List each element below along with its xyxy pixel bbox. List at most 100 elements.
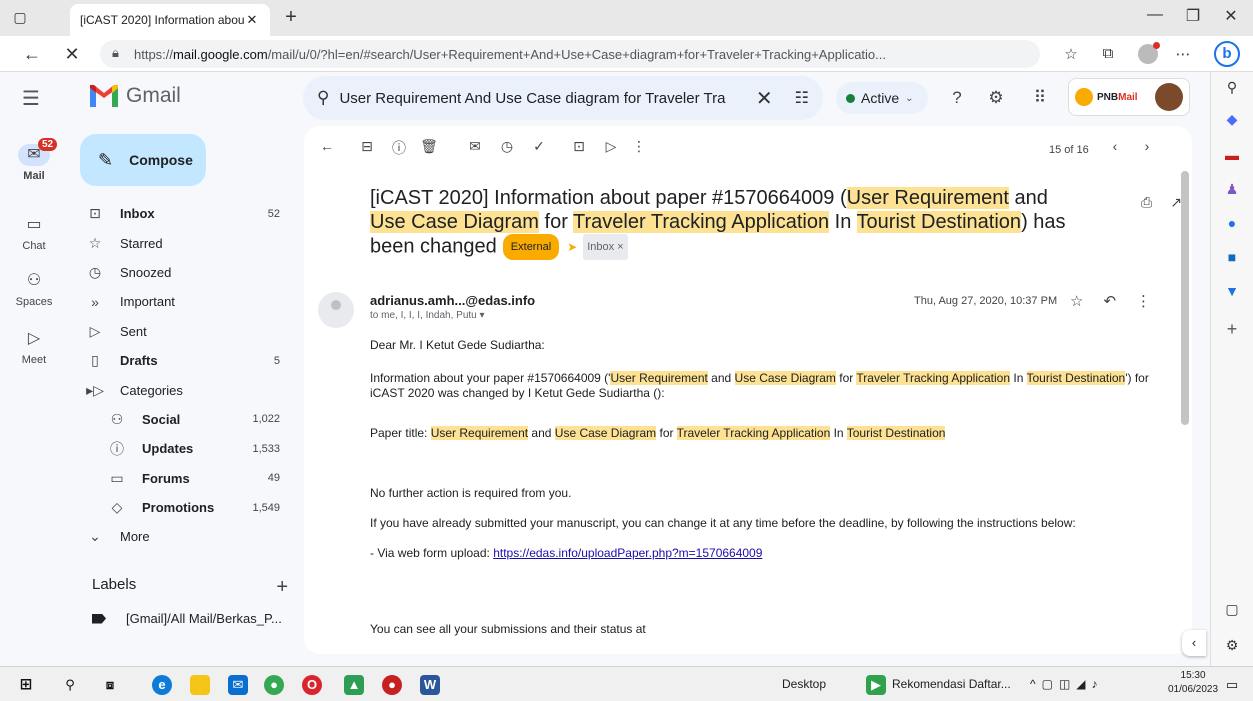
edge-icon[interactable]: e xyxy=(152,675,172,695)
recipients[interactable]: to me, I, I, I, Indah, Putu ▾ xyxy=(370,310,485,321)
info-icon: ⓘ xyxy=(110,440,124,457)
settings-icon[interactable]: ⚙ xyxy=(985,88,1007,108)
rail-meet[interactable]: ▷ Meet xyxy=(0,328,68,366)
open-window-icon[interactable]: ▶ xyxy=(866,675,886,695)
more-actions-icon[interactable]: ⋮ xyxy=(628,138,650,155)
office-icon[interactable]: ● xyxy=(1221,212,1243,234)
stop-icon[interactable]: ✕ xyxy=(60,42,84,66)
back-to-list-icon[interactable]: ← xyxy=(316,138,338,154)
print-icon[interactable]: ⎙ xyxy=(1141,194,1152,211)
settings-icon[interactable]: ⚙ xyxy=(1221,634,1243,656)
photos-icon[interactable]: ▲ xyxy=(344,675,364,695)
clock[interactable]: 15:30 01/06/2023 xyxy=(1168,669,1218,697)
nav-inbox[interactable]: ⊡ Inbox 52 xyxy=(68,199,300,228)
help-icon[interactable]: ? xyxy=(946,88,968,108)
reply-icon[interactable]: ↶ xyxy=(1103,292,1116,310)
nav-snoozed[interactable]: ◷ Snoozed xyxy=(68,258,300,287)
delete-icon[interactable]: 🗑︎ xyxy=(418,138,440,155)
snooze-icon[interactable]: ◷ xyxy=(496,138,518,155)
compose-button[interactable]: ✎ Compose xyxy=(80,134,206,186)
restore-icon[interactable]: ❐ xyxy=(1178,6,1208,26)
tab-actions-icon[interactable]: ▢ xyxy=(10,7,30,27)
avatar[interactable] xyxy=(1155,83,1183,111)
archive-icon[interactable]: ⊟ xyxy=(356,138,378,155)
account-chip[interactable]: PNBMail xyxy=(1068,78,1190,116)
people-icon[interactable]: ♟ xyxy=(1221,178,1243,200)
older-icon[interactable]: › xyxy=(1136,138,1158,154)
label-item[interactable]: [Gmail]/All Mail/Berkas_P... xyxy=(92,611,292,626)
add-task-icon[interactable]: ✓ xyxy=(528,138,550,155)
nav-categories[interactable]: ▸▷ Categories xyxy=(68,375,300,404)
tools-icon[interactable]: ▬ xyxy=(1221,144,1243,166)
desktop-toolbar[interactable]: Desktop xyxy=(782,677,826,691)
close-window-icon[interactable]: ✕ xyxy=(1216,6,1246,26)
nav-social[interactable]: ⚇ Social 1,022 xyxy=(68,405,300,434)
search-icon[interactable]: ⚲ xyxy=(1221,76,1243,98)
nav-forums[interactable]: ▭ Forums 49 xyxy=(68,464,300,493)
sender-name[interactable]: adrianus.amh...@edas.info xyxy=(370,293,535,308)
outlook-icon[interactable]: ■ xyxy=(1221,246,1243,268)
shopping-tag-icon[interactable]: ◆ xyxy=(1221,108,1243,130)
task-view-icon[interactable]: ⧈ xyxy=(100,675,120,695)
file-explorer-icon[interactable] xyxy=(190,675,210,695)
nav-more[interactable]: ⌄ More xyxy=(68,522,300,551)
back-icon[interactable]: ← xyxy=(20,42,44,66)
more-icon[interactable]: ⋮ xyxy=(1136,292,1151,310)
system-tray-icons[interactable]: ^▢◫◢♪ xyxy=(1030,677,1104,691)
more-menu-icon[interactable]: ⋯ xyxy=(1172,45,1194,63)
url-field[interactable]: 🔒︎ https://mail.google.com/mail/u/0/?hl=… xyxy=(100,40,1040,68)
nav-updates[interactable]: ⓘ Updates 1,533 xyxy=(68,434,300,463)
browser-tab[interactable]: [iCAST 2020] Information about ✕ xyxy=(70,4,270,36)
message-scrollbar[interactable] xyxy=(1181,171,1189,425)
apps-grid-icon[interactable]: ⠿ xyxy=(1029,88,1051,108)
nav-sent[interactable]: ▷ Sent xyxy=(68,317,300,346)
nav-important[interactable]: » Important xyxy=(68,287,300,316)
nav-promotions[interactable]: ◇ Promotions 1,549 xyxy=(68,493,300,522)
mail-app-icon[interactable]: ✉ xyxy=(228,675,248,695)
draft-icon: ▯ xyxy=(91,352,99,369)
opera-icon[interactable]: O xyxy=(302,675,322,695)
new-tab-icon[interactable]: + xyxy=(280,6,302,29)
report-spam-icon[interactable]: ⓘ xyxy=(388,138,410,158)
search-options-icon[interactable]: ☷ xyxy=(795,88,809,108)
star-icon[interactable]: ☆ xyxy=(1070,292,1083,310)
inbox-label-chip[interactable]: Inbox × xyxy=(583,234,628,260)
search-input[interactable]: User Requirement And Use Case diagram fo… xyxy=(339,90,745,107)
mark-unread-icon[interactable]: ✉ xyxy=(464,138,486,155)
minimize-icon[interactable]: — xyxy=(1140,6,1170,24)
word-icon[interactable]: W xyxy=(420,675,440,695)
nav-starred[interactable]: ☆ Starred xyxy=(68,228,300,257)
move-to-icon[interactable]: ⊡ xyxy=(568,138,590,155)
expand-panel-icon[interactable]: ‹ xyxy=(1182,630,1206,656)
open-window-title[interactable]: Rekomendasi Daftar... xyxy=(892,677,1011,691)
search-icon[interactable]: ⚲ xyxy=(317,88,329,108)
label-name: [Gmail]/All Mail/Berkas_P... xyxy=(126,611,282,626)
windows-start-icon[interactable]: ⊞ xyxy=(16,675,36,695)
send-icon[interactable]: ▼ xyxy=(1221,280,1243,302)
rail-spaces[interactable]: ⚇ Spaces xyxy=(0,270,68,308)
sidebar-toggle-icon[interactable]: ▢ xyxy=(1221,598,1243,620)
gmail-logo[interactable]: Gmail xyxy=(90,84,181,108)
notifications-icon[interactable]: ▭ xyxy=(1222,675,1242,695)
bing-icon[interactable]: b xyxy=(1214,41,1240,67)
collections-icon[interactable]: ⧉ xyxy=(1097,45,1119,62)
add-label-icon[interactable]: + xyxy=(276,576,288,599)
upload-link[interactable]: https://edas.info/uploadPaper.php?m=1570… xyxy=(493,546,762,560)
chrome-icon[interactable]: ● xyxy=(264,675,284,695)
label-icon[interactable]: ▷ xyxy=(600,138,622,155)
rail-mail[interactable]: ✉ 52 Mail xyxy=(0,138,68,182)
nav-drafts[interactable]: ▯ Drafts 5 xyxy=(68,346,300,375)
status-chip[interactable]: Active ⌄ xyxy=(836,82,928,114)
rail-chat[interactable]: ▭ Chat xyxy=(0,214,68,252)
main-menu-icon[interactable]: ☰ xyxy=(22,86,40,111)
newer-icon[interactable]: ‹ xyxy=(1104,138,1126,154)
search-icon[interactable]: ⚲ xyxy=(60,675,80,695)
important-marker-icon[interactable]: ➤ xyxy=(567,235,577,259)
profile-icon[interactable] xyxy=(1138,42,1160,64)
close-tab-icon[interactable]: ✕ xyxy=(244,12,260,28)
chrome-profile-icon[interactable]: ● xyxy=(382,675,402,695)
search-bar[interactable]: ⚲ User Requirement And Use Case diagram … xyxy=(303,76,823,120)
favorites-icon[interactable]: ☆ xyxy=(1060,45,1082,63)
add-icon[interactable]: + xyxy=(1221,318,1243,340)
clear-search-icon[interactable]: ✕ xyxy=(756,86,773,111)
